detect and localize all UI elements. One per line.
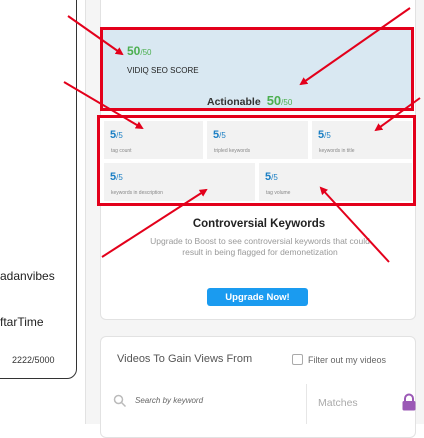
metric-max: /5: [219, 131, 226, 140]
metric-label: keywords in description: [111, 190, 163, 196]
seo-score-max: /50: [140, 48, 152, 57]
metric-label: keywords in title: [319, 148, 355, 154]
matches-label[interactable]: Matches: [318, 397, 358, 409]
character-counter: 2222/5000: [12, 355, 55, 365]
metric-label: tag count: [111, 148, 132, 154]
metric-max: /5: [116, 131, 123, 140]
actionable-label: Actionable: [207, 96, 261, 108]
upgrade-now-button[interactable]: Upgrade Now!: [207, 288, 308, 306]
metric-label: tag volume: [266, 190, 291, 196]
metric-tripled-keywords: 5/5 tripled keywords: [207, 121, 308, 159]
seo-metrics-panel: 5/5 tag count 5/5 tripled keywords 5/5 k…: [97, 115, 416, 206]
lock-icon: [401, 393, 417, 416]
seo-score-panel: 50/50 VIDIQ SEO SCORE Actionable 50/50: [100, 27, 414, 111]
filter-checkbox[interactable]: [292, 354, 303, 365]
filter-own-videos[interactable]: Filter out my videos: [292, 354, 386, 365]
seo-score-value: 50/50: [127, 44, 152, 58]
actionable-value: 50: [266, 93, 282, 108]
seo-score-label: VIDIQ SEO SCORE: [127, 66, 199, 75]
search-icon: [113, 394, 127, 413]
metric-keywords-in-description: 5/5 keywords in description: [104, 163, 255, 201]
metric-keywords-in-title: 5/5 keywords in title: [312, 121, 412, 159]
tag-text-1: adanvibes: [0, 269, 55, 283]
actionable-max: /50: [281, 98, 293, 107]
tag-text-2: ftarTime: [0, 315, 44, 329]
metric-tag-count: 5/5 tag count: [104, 121, 203, 159]
metric-max: /5: [116, 173, 123, 182]
keyword-search-input[interactable]: [135, 396, 295, 405]
controversial-keywords-description: Upgrade to Boost to see controversial ke…: [150, 236, 370, 257]
metric-max: /5: [324, 131, 331, 140]
metric-max: /5: [271, 173, 278, 182]
videos-section-title: Videos To Gain Views From: [117, 353, 253, 365]
filter-label: Filter out my videos: [308, 354, 387, 365]
divider: [306, 384, 307, 424]
videos-card: [100, 336, 416, 438]
controversial-keywords-title: Controversial Keywords: [192, 218, 326, 230]
metric-label: tripled keywords: [214, 148, 251, 154]
actionable-score: Actionable 50/50: [207, 92, 292, 110]
metric-tag-volume: 5/5 tag volume: [259, 163, 412, 201]
